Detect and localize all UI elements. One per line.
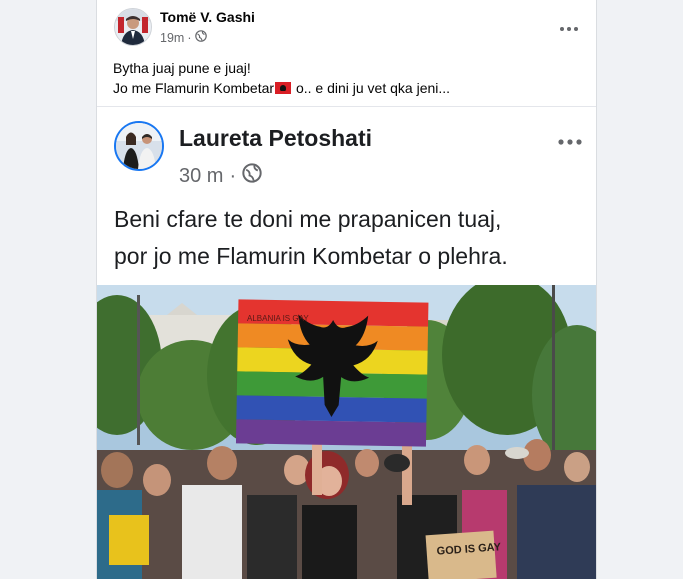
- post-text-line-2-b: o.. e dini ju vet qka jeni...: [292, 80, 451, 96]
- pride-march-photo[interactable]: ALBANIA IS GAY GOD IS GAY: [97, 285, 596, 579]
- three-dots-icon: [560, 15, 578, 36]
- meta-separator: ·: [187, 30, 192, 45]
- shared-screenshot[interactable]: Laureta Petoshati 30 m · Beni cfare te d…: [97, 106, 596, 579]
- shared-meta-separator: ·: [229, 164, 237, 187]
- globe-icon: [242, 163, 262, 189]
- shared-post-meta: 30 m ·: [179, 163, 262, 189]
- post-header: Tomë V. Gashi 19m ·: [97, 0, 596, 52]
- more-options-button[interactable]: [556, 12, 582, 38]
- shared-three-dots-icon: [558, 121, 582, 152]
- post-text-line-2-a: Jo me Flamurin Kombetar: [113, 80, 275, 96]
- shared-text-line-2: por jo me Flamurin Kombetar o plehra.: [114, 243, 508, 269]
- author-avatar[interactable]: [114, 8, 152, 46]
- post-time[interactable]: 19m: [160, 31, 184, 45]
- albania-flag-icon: [275, 82, 292, 94]
- facebook-post-card: Tomë V. Gashi 19m · Bytha juaj pune e ju…: [96, 0, 597, 579]
- shared-post-time: 30 m: [179, 164, 224, 187]
- post-text-line-1: Bytha juaj pune e juaj!: [113, 60, 251, 76]
- post-text: Bytha juaj pune e juaj! Jo me Flamurin K…: [113, 58, 450, 98]
- shared-author-name: Laureta Petoshati: [179, 125, 372, 151]
- shared-author-avatar: [114, 121, 164, 171]
- shared-post-text: Beni cfare te doni me prapanicen tuaj, p…: [114, 201, 584, 275]
- shared-text-line-1: Beni cfare te doni me prapanicen tuaj,: [114, 206, 502, 232]
- author-name[interactable]: Tomë V. Gashi: [160, 9, 255, 25]
- post-text-line-2: Jo me Flamurin Kombetar o.. e dini ju ve…: [113, 78, 450, 98]
- post-meta: 19m ·: [160, 30, 207, 45]
- globe-icon: [194, 30, 207, 45]
- sign-text-top: ALBANIA IS GAY: [247, 314, 309, 323]
